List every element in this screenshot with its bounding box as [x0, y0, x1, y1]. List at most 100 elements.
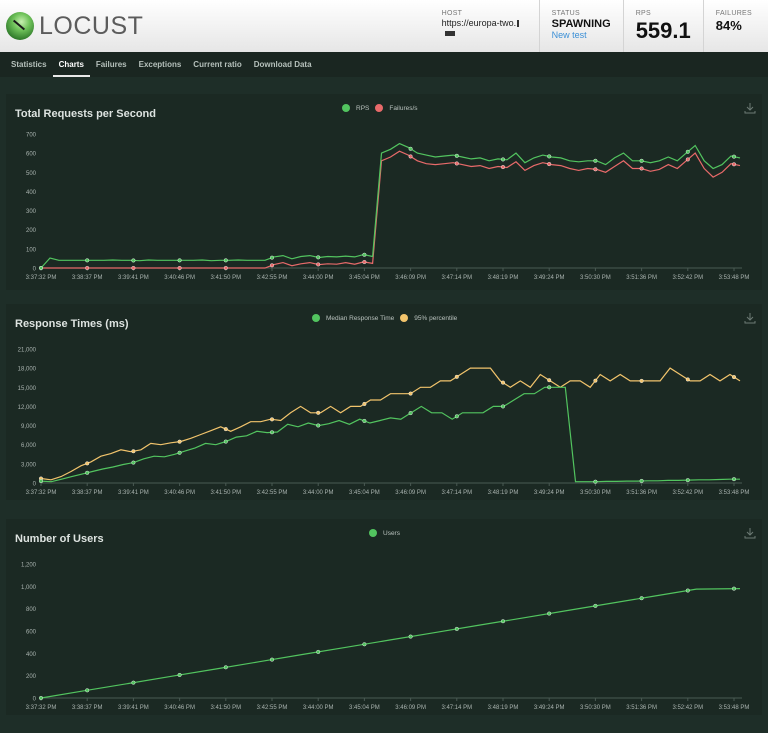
data-point[interactable] — [501, 619, 506, 624]
data-point[interactable] — [316, 262, 321, 267]
data-point[interactable] — [732, 162, 737, 167]
data-point[interactable] — [85, 258, 90, 263]
data-point[interactable] — [639, 478, 644, 483]
y-tick-label: 18,000 — [18, 367, 37, 373]
data-point[interactable] — [39, 695, 44, 700]
data-point[interactable] — [270, 430, 275, 435]
data-point[interactable] — [131, 449, 136, 454]
data-point[interactable] — [685, 478, 690, 483]
data-point[interactable] — [454, 414, 459, 419]
data-point[interactable] — [270, 263, 275, 268]
data-point[interactable] — [177, 265, 182, 270]
data-point[interactable] — [685, 157, 690, 162]
data-point[interactable] — [270, 255, 275, 260]
data-point[interactable] — [501, 165, 506, 170]
data-point[interactable] — [177, 439, 182, 444]
data-point[interactable] — [408, 411, 413, 416]
data-point[interactable] — [223, 258, 228, 263]
data-point[interactable] — [131, 460, 136, 465]
tab-exceptions[interactable]: Exceptions — [139, 52, 182, 77]
data-point[interactable] — [223, 665, 228, 670]
data-point[interactable] — [131, 680, 136, 685]
data-point[interactable] — [362, 252, 367, 257]
data-point[interactable] — [316, 255, 321, 260]
x-tick-label: 3:46:09 PM — [395, 705, 426, 711]
data-point[interactable] — [131, 258, 136, 263]
data-point[interactable] — [85, 470, 90, 475]
data-point[interactable] — [408, 154, 413, 159]
data-point[interactable] — [177, 258, 182, 263]
data-point[interactable] — [316, 649, 321, 654]
data-point[interactable] — [547, 378, 552, 383]
locust-logo[interactable]: LOCUST — [6, 12, 143, 41]
data-point[interactable] — [408, 634, 413, 639]
users-chart-card: Number of Users Users 0 200 400 600 800 1,000… — [6, 519, 762, 715]
data-point[interactable] — [639, 158, 644, 163]
x-tick-label: 3:52:42 PM — [672, 705, 703, 711]
data-point[interactable] — [501, 404, 506, 409]
data-point[interactable] — [177, 672, 182, 677]
x-tick-label: 3:41:50 PM — [210, 705, 241, 711]
data-point[interactable] — [732, 154, 737, 159]
rps-stat: RPS 559.1 — [624, 0, 704, 52]
data-point[interactable] — [362, 260, 367, 265]
y-tick-label: 9,000 — [21, 424, 37, 430]
tab-charts[interactable]: Charts — [52, 52, 91, 77]
data-point[interactable] — [408, 146, 413, 151]
data-point[interactable] — [223, 427, 228, 432]
x-tick-label: 3:45:04 PM — [349, 275, 380, 281]
tab-statistics[interactable]: Statistics — [11, 52, 47, 77]
data-point[interactable] — [501, 380, 506, 385]
data-point[interactable] — [270, 417, 275, 422]
data-point[interactable] — [454, 626, 459, 631]
data-point[interactable] — [270, 657, 275, 662]
data-point[interactable] — [316, 410, 321, 415]
data-point[interactable] — [362, 642, 367, 647]
data-point[interactable] — [39, 479, 44, 484]
data-point[interactable] — [639, 378, 644, 383]
tab-current-ratio[interactable]: Current ratio — [193, 52, 241, 77]
data-point[interactable] — [454, 374, 459, 379]
host-value: https://europa-two. — [442, 18, 527, 38]
y-tick-label: 500 — [26, 171, 37, 177]
tab-failures[interactable]: Failures — [96, 52, 127, 77]
data-point[interactable] — [362, 418, 367, 423]
data-point[interactable] — [732, 477, 737, 482]
status-stat: STATUS SPAWNING New test — [540, 0, 624, 52]
data-point[interactable] — [547, 611, 552, 616]
data-point[interactable] — [593, 167, 598, 172]
data-point[interactable] — [593, 378, 598, 383]
data-point[interactable] — [223, 265, 228, 270]
locust-logo-icon — [6, 12, 34, 40]
data-point[interactable] — [362, 401, 367, 406]
data-point[interactable] — [39, 265, 44, 270]
data-point[interactable] — [316, 423, 321, 428]
data-point[interactable] — [408, 391, 413, 396]
data-point[interactable] — [547, 162, 552, 167]
data-point[interactable] — [593, 479, 598, 484]
data-point[interactable] — [85, 265, 90, 270]
data-point[interactable] — [177, 450, 182, 455]
data-point[interactable] — [732, 586, 737, 591]
data-point[interactable] — [593, 603, 598, 608]
x-tick-label: 3:42:55 PM — [257, 275, 288, 281]
data-point[interactable] — [639, 166, 644, 171]
data-point[interactable] — [85, 688, 90, 693]
data-point[interactable] — [685, 149, 690, 154]
data-point[interactable] — [547, 154, 552, 159]
data-point[interactable] — [639, 596, 644, 601]
data-point[interactable] — [685, 588, 690, 593]
new-test-link[interactable]: New test — [552, 30, 611, 40]
data-point[interactable] — [454, 161, 459, 166]
data-point[interactable] — [685, 377, 690, 382]
data-point[interactable] — [501, 157, 506, 162]
data-point[interactable] — [454, 153, 459, 158]
data-point[interactable] — [593, 158, 598, 163]
x-tick-label: 3:40:46 PM — [164, 705, 195, 711]
data-point[interactable] — [223, 439, 228, 444]
tab-download-data[interactable]: Download Data — [254, 52, 312, 77]
data-point[interactable] — [547, 385, 552, 390]
data-point[interactable] — [732, 375, 737, 380]
data-point[interactable] — [131, 265, 136, 270]
data-point[interactable] — [85, 461, 90, 466]
